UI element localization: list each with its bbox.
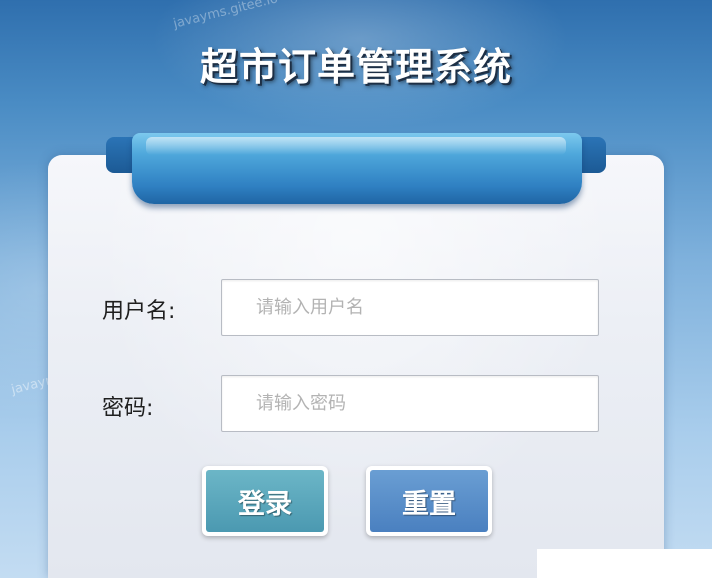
ribbon-shine xyxy=(146,137,566,155)
username-label: 用户名: xyxy=(102,299,176,324)
username-field[interactable] xyxy=(221,279,599,336)
reset-button-frame: 重置 xyxy=(366,466,492,536)
reset-button[interactable]: 重置 xyxy=(370,470,488,532)
login-button-frame: 登录 xyxy=(202,466,328,536)
password-label: 密码: xyxy=(102,396,154,421)
panel-highlight xyxy=(48,155,664,578)
corner-blank xyxy=(537,549,712,578)
login-panel xyxy=(48,155,664,578)
password-field[interactable] xyxy=(221,375,599,432)
login-button[interactable]: 登录 xyxy=(206,470,324,532)
page-title: 超市订单管理系统 xyxy=(199,45,512,89)
